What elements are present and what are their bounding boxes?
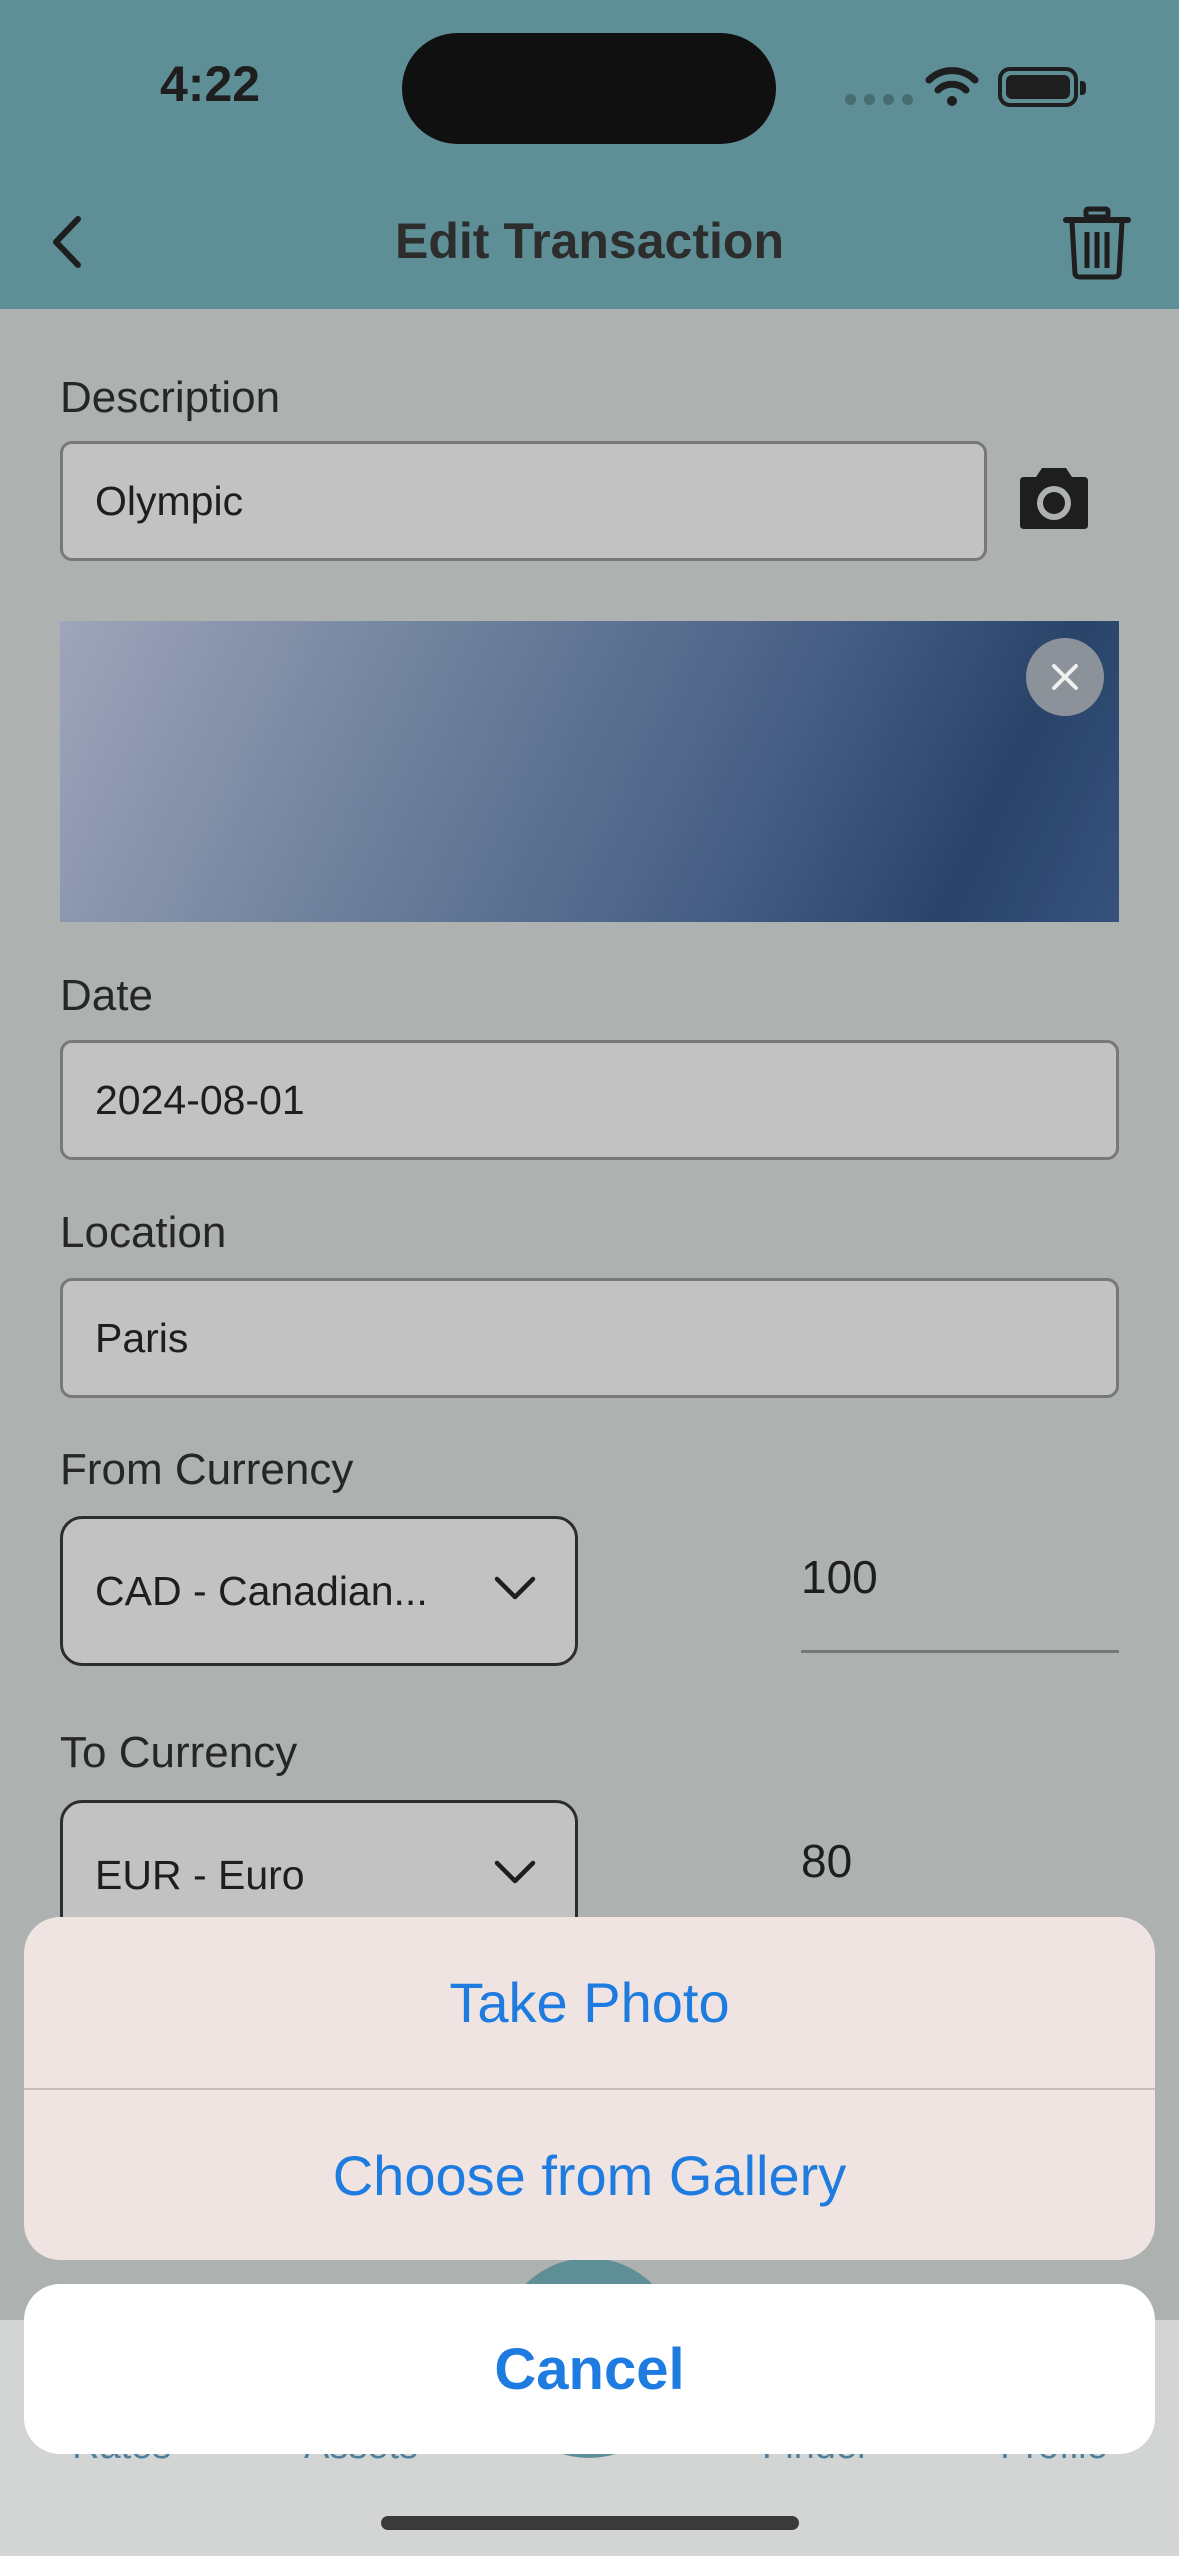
action-sheet: Take Photo Choose from Gallery — [24, 1917, 1155, 2260]
cancel-button[interactable]: Cancel — [24, 2284, 1155, 2454]
take-photo-button[interactable]: Take Photo — [24, 1917, 1155, 2088]
home-indicator[interactable] — [381, 2516, 799, 2530]
choose-from-gallery-button[interactable]: Choose from Gallery — [24, 2090, 1155, 2260]
